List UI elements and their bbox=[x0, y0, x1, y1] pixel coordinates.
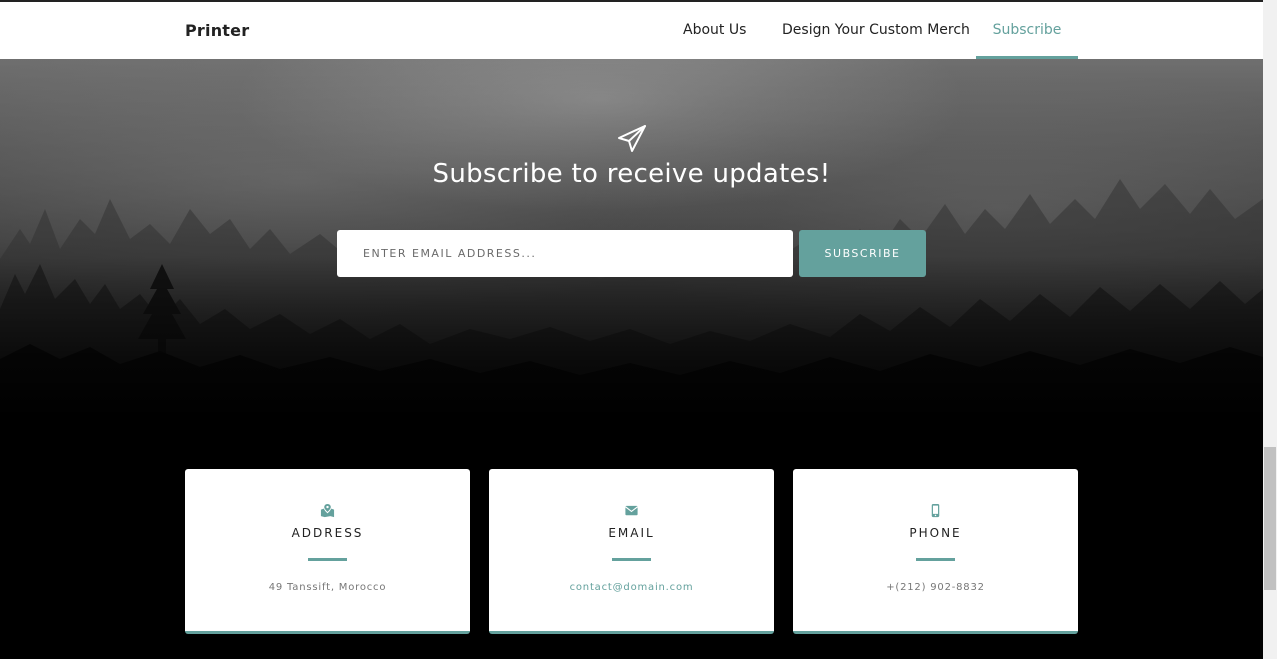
signup-heading: Subscribe to receive updates! bbox=[432, 159, 831, 189]
nav-link-design-custom-merch[interactable]: Design Your Custom Merch bbox=[782, 22, 970, 38]
address-card: ADDRESS 49 Tanssift, Morocco bbox=[185, 469, 470, 634]
address-title: ADDRESS bbox=[291, 526, 364, 540]
address-divider bbox=[308, 558, 347, 561]
email-title: EMAIL bbox=[608, 526, 655, 540]
scrollbar-thumb[interactable] bbox=[1264, 447, 1276, 590]
phone-card: PHONE +(212) 902-8832 bbox=[793, 469, 1078, 634]
mobile-icon bbox=[931, 503, 940, 518]
subscribe-button[interactable]: SUBSCRIBE bbox=[799, 230, 926, 277]
phone-title: PHONE bbox=[909, 526, 962, 540]
brand-logo[interactable]: Printer bbox=[185, 21, 249, 40]
phone-value: +(212) 902-8832 bbox=[886, 582, 985, 593]
page: Printer About Us Design Your Custom Merc… bbox=[0, 0, 1277, 659]
nav-link-about-us[interactable]: About Us bbox=[683, 22, 746, 38]
nav-link-subscribe[interactable]: Subscribe bbox=[976, 22, 1078, 38]
paper-plane-icon bbox=[618, 125, 646, 152]
navbar: Printer About Us Design Your Custom Merc… bbox=[0, 2, 1263, 59]
phone-divider bbox=[916, 558, 955, 561]
email-divider bbox=[612, 558, 651, 561]
address-value: 49 Tanssift, Morocco bbox=[268, 582, 387, 593]
email-card: EMAIL contact@domain.com bbox=[489, 469, 774, 634]
email-input[interactable] bbox=[337, 230, 793, 277]
signup-section: Subscribe to receive updates! SUBSCRIBE bbox=[0, 59, 1263, 419]
envelope-icon bbox=[625, 505, 638, 516]
window-top-border bbox=[0, 0, 1263, 2]
map-marked-icon bbox=[320, 503, 335, 518]
nav-active-indicator bbox=[976, 56, 1078, 59]
email-link[interactable]: contact@domain.com bbox=[489, 582, 774, 593]
